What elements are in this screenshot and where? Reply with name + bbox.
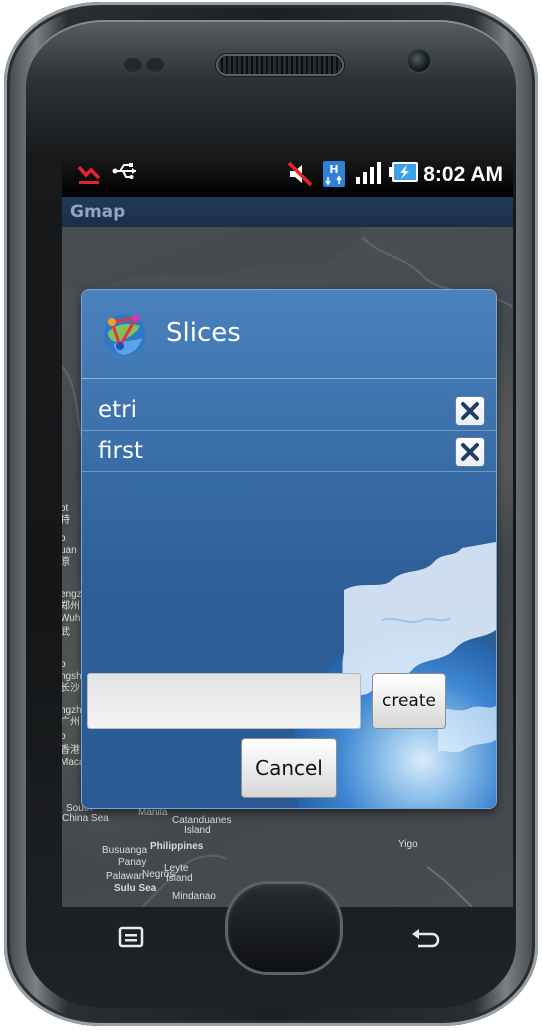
app-title-bar: Gmap	[62, 197, 513, 227]
map-label: 特	[62, 515, 70, 526]
map-label: ngsh	[62, 671, 82, 682]
map-label: Mindanao	[172, 891, 216, 902]
cancel-button[interactable]: Cancel	[241, 738, 337, 798]
dialog-title: Slices	[166, 318, 241, 348]
create-button[interactable]: create	[372, 673, 446, 729]
battery-charging-icon	[389, 161, 419, 189]
back-key-icon[interactable]	[410, 926, 440, 954]
slice-name: first	[98, 438, 143, 464]
delete-slice-button[interactable]	[456, 397, 484, 425]
map-label: Palawan	[106, 871, 145, 882]
map-label: uan	[62, 545, 77, 556]
map-label: Philippines	[150, 841, 204, 852]
close-icon	[461, 443, 479, 461]
map-label: engz	[62, 589, 82, 600]
earpiece-speaker	[218, 56, 342, 74]
close-icon	[461, 402, 479, 420]
svg-text:H: H	[330, 163, 339, 176]
map-label: Island	[166, 873, 193, 884]
slice-item[interactable]: first	[82, 431, 496, 472]
status-clock: 8:02 AM	[423, 163, 503, 186]
slice-name: etri	[98, 397, 138, 423]
app-logo-icon	[104, 314, 146, 356]
map-label: Panay	[118, 857, 147, 868]
proximity-sensor	[124, 58, 142, 72]
missed-event-icon	[76, 161, 102, 189]
map-label: 郑州	[62, 601, 80, 612]
dialog-divider	[82, 378, 496, 379]
menu-key-icon[interactable]	[118, 926, 144, 952]
map-label: Yigo	[398, 839, 418, 850]
map-label: China Sea	[62, 813, 109, 824]
app-title: Gmap	[70, 202, 126, 222]
map-label: 原	[62, 557, 70, 568]
map-label: ngzh	[62, 705, 82, 716]
map-label: 广州	[62, 717, 80, 728]
map-label: o	[62, 533, 66, 544]
map-label: ot	[62, 503, 69, 514]
light-sensor	[146, 58, 164, 72]
map-label: o	[62, 731, 66, 742]
signal-icon	[355, 161, 382, 189]
map-label: o	[62, 659, 66, 670]
map-label: 武	[62, 627, 70, 638]
hsdpa-icon: H	[321, 161, 347, 189]
screen: H 8:02 AM Gmap ot 特 o uan 原 engz 郑州 Wuh …	[62, 155, 513, 907]
map-label: Busuanga	[102, 845, 148, 856]
home-button[interactable]	[228, 884, 340, 972]
slice-item[interactable]: etri	[82, 390, 496, 431]
delete-slice-button[interactable]	[456, 438, 484, 466]
mute-icon	[287, 161, 313, 189]
dialog-header: Slices	[82, 290, 496, 378]
status-bar: H 8:02 AM	[62, 155, 513, 197]
map-label: Wuh	[62, 613, 81, 624]
slices-dialog: Slices etri first create Cancel	[82, 290, 496, 808]
map-label: 香港	[62, 745, 80, 756]
front-camera	[408, 50, 430, 72]
map-label: Sulu Sea	[114, 883, 157, 894]
map-label: 长沙	[62, 683, 80, 694]
map-label: Island	[184, 825, 211, 836]
map-label: Manila	[138, 807, 168, 818]
usb-icon	[112, 161, 138, 189]
new-slice-name-input[interactable]	[87, 673, 361, 729]
